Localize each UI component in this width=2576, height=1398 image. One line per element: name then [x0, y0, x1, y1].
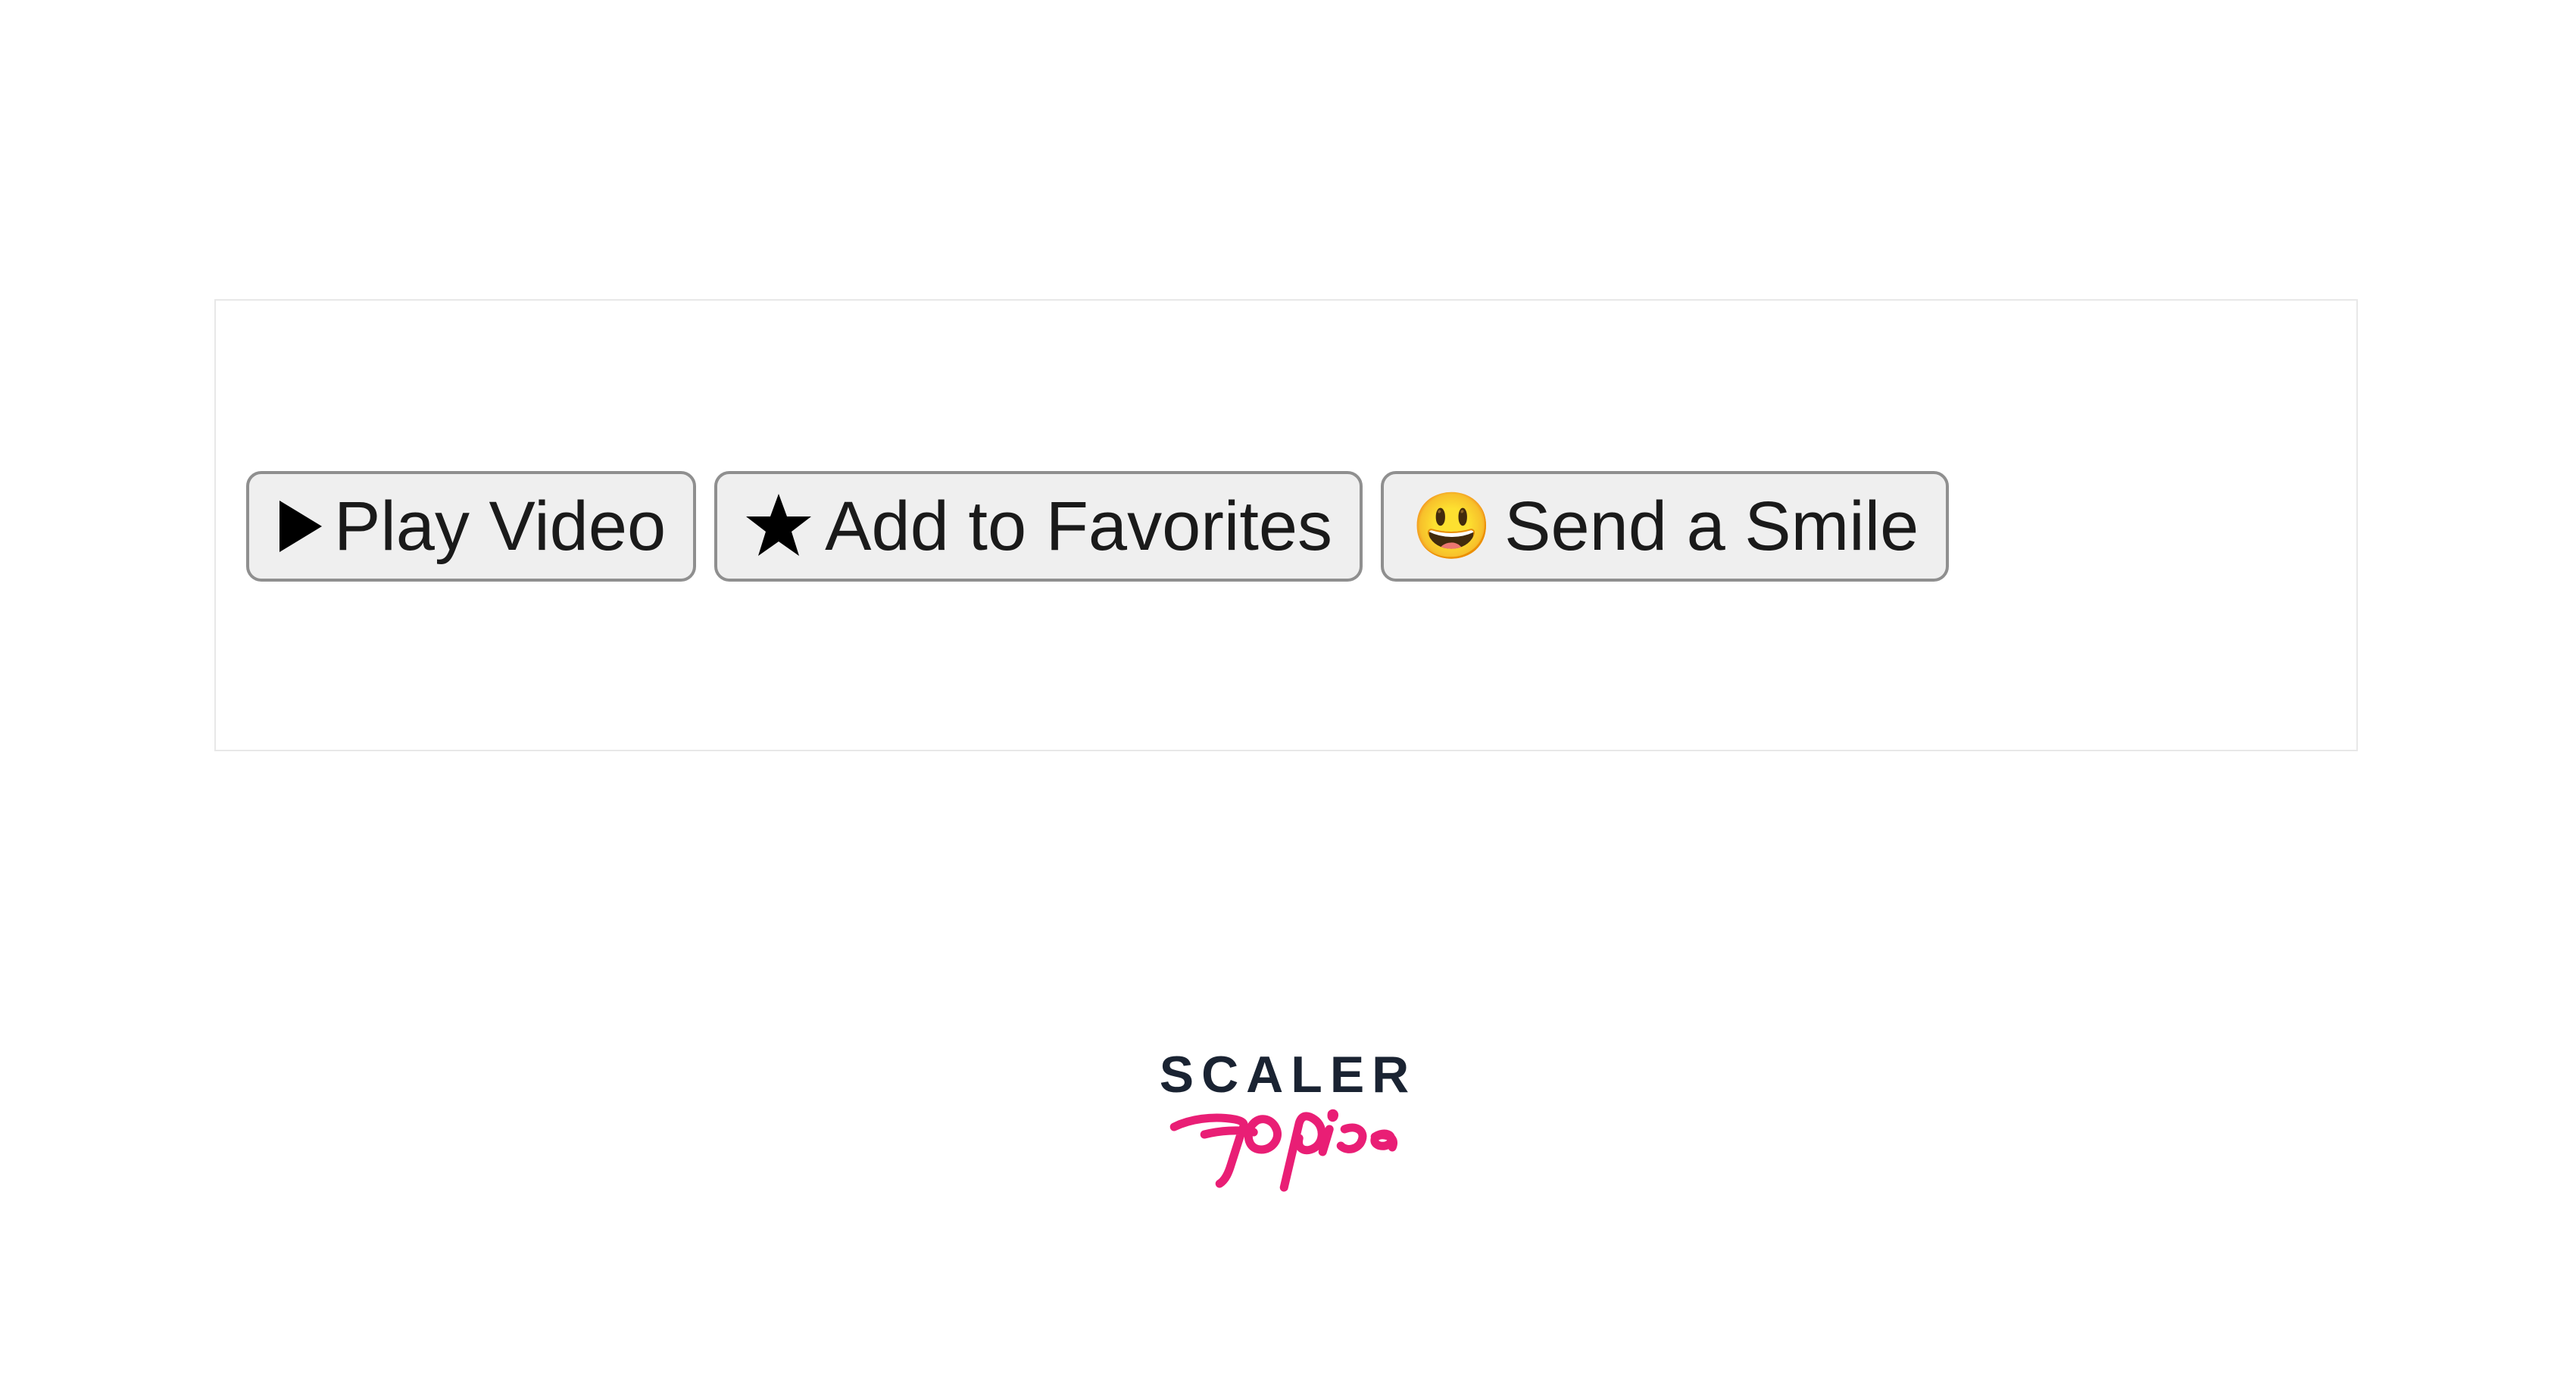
smile-icon: 😃	[1411, 494, 1492, 559]
add-to-favorites-label: Add to Favorites	[825, 485, 1332, 568]
send-a-smile-button[interactable]: 😃 Send a Smile	[1381, 471, 1949, 582]
add-to-favorites-button[interactable]: Add to Favorites	[714, 471, 1363, 582]
button-panel: Play Video Add to Favorites 😃 Send a Smi…	[214, 299, 2358, 751]
play-icon	[276, 501, 322, 552]
button-row: Play Video Add to Favorites 😃 Send a Smi…	[246, 471, 2326, 582]
scaler-topics-logo: SCALER	[1160, 1049, 1417, 1203]
logo-topics-text	[1160, 1093, 1417, 1203]
send-a-smile-label: Send a Smile	[1504, 485, 1919, 568]
play-video-label: Play Video	[334, 485, 666, 568]
star-icon	[745, 492, 813, 560]
play-video-button[interactable]: Play Video	[246, 471, 696, 582]
